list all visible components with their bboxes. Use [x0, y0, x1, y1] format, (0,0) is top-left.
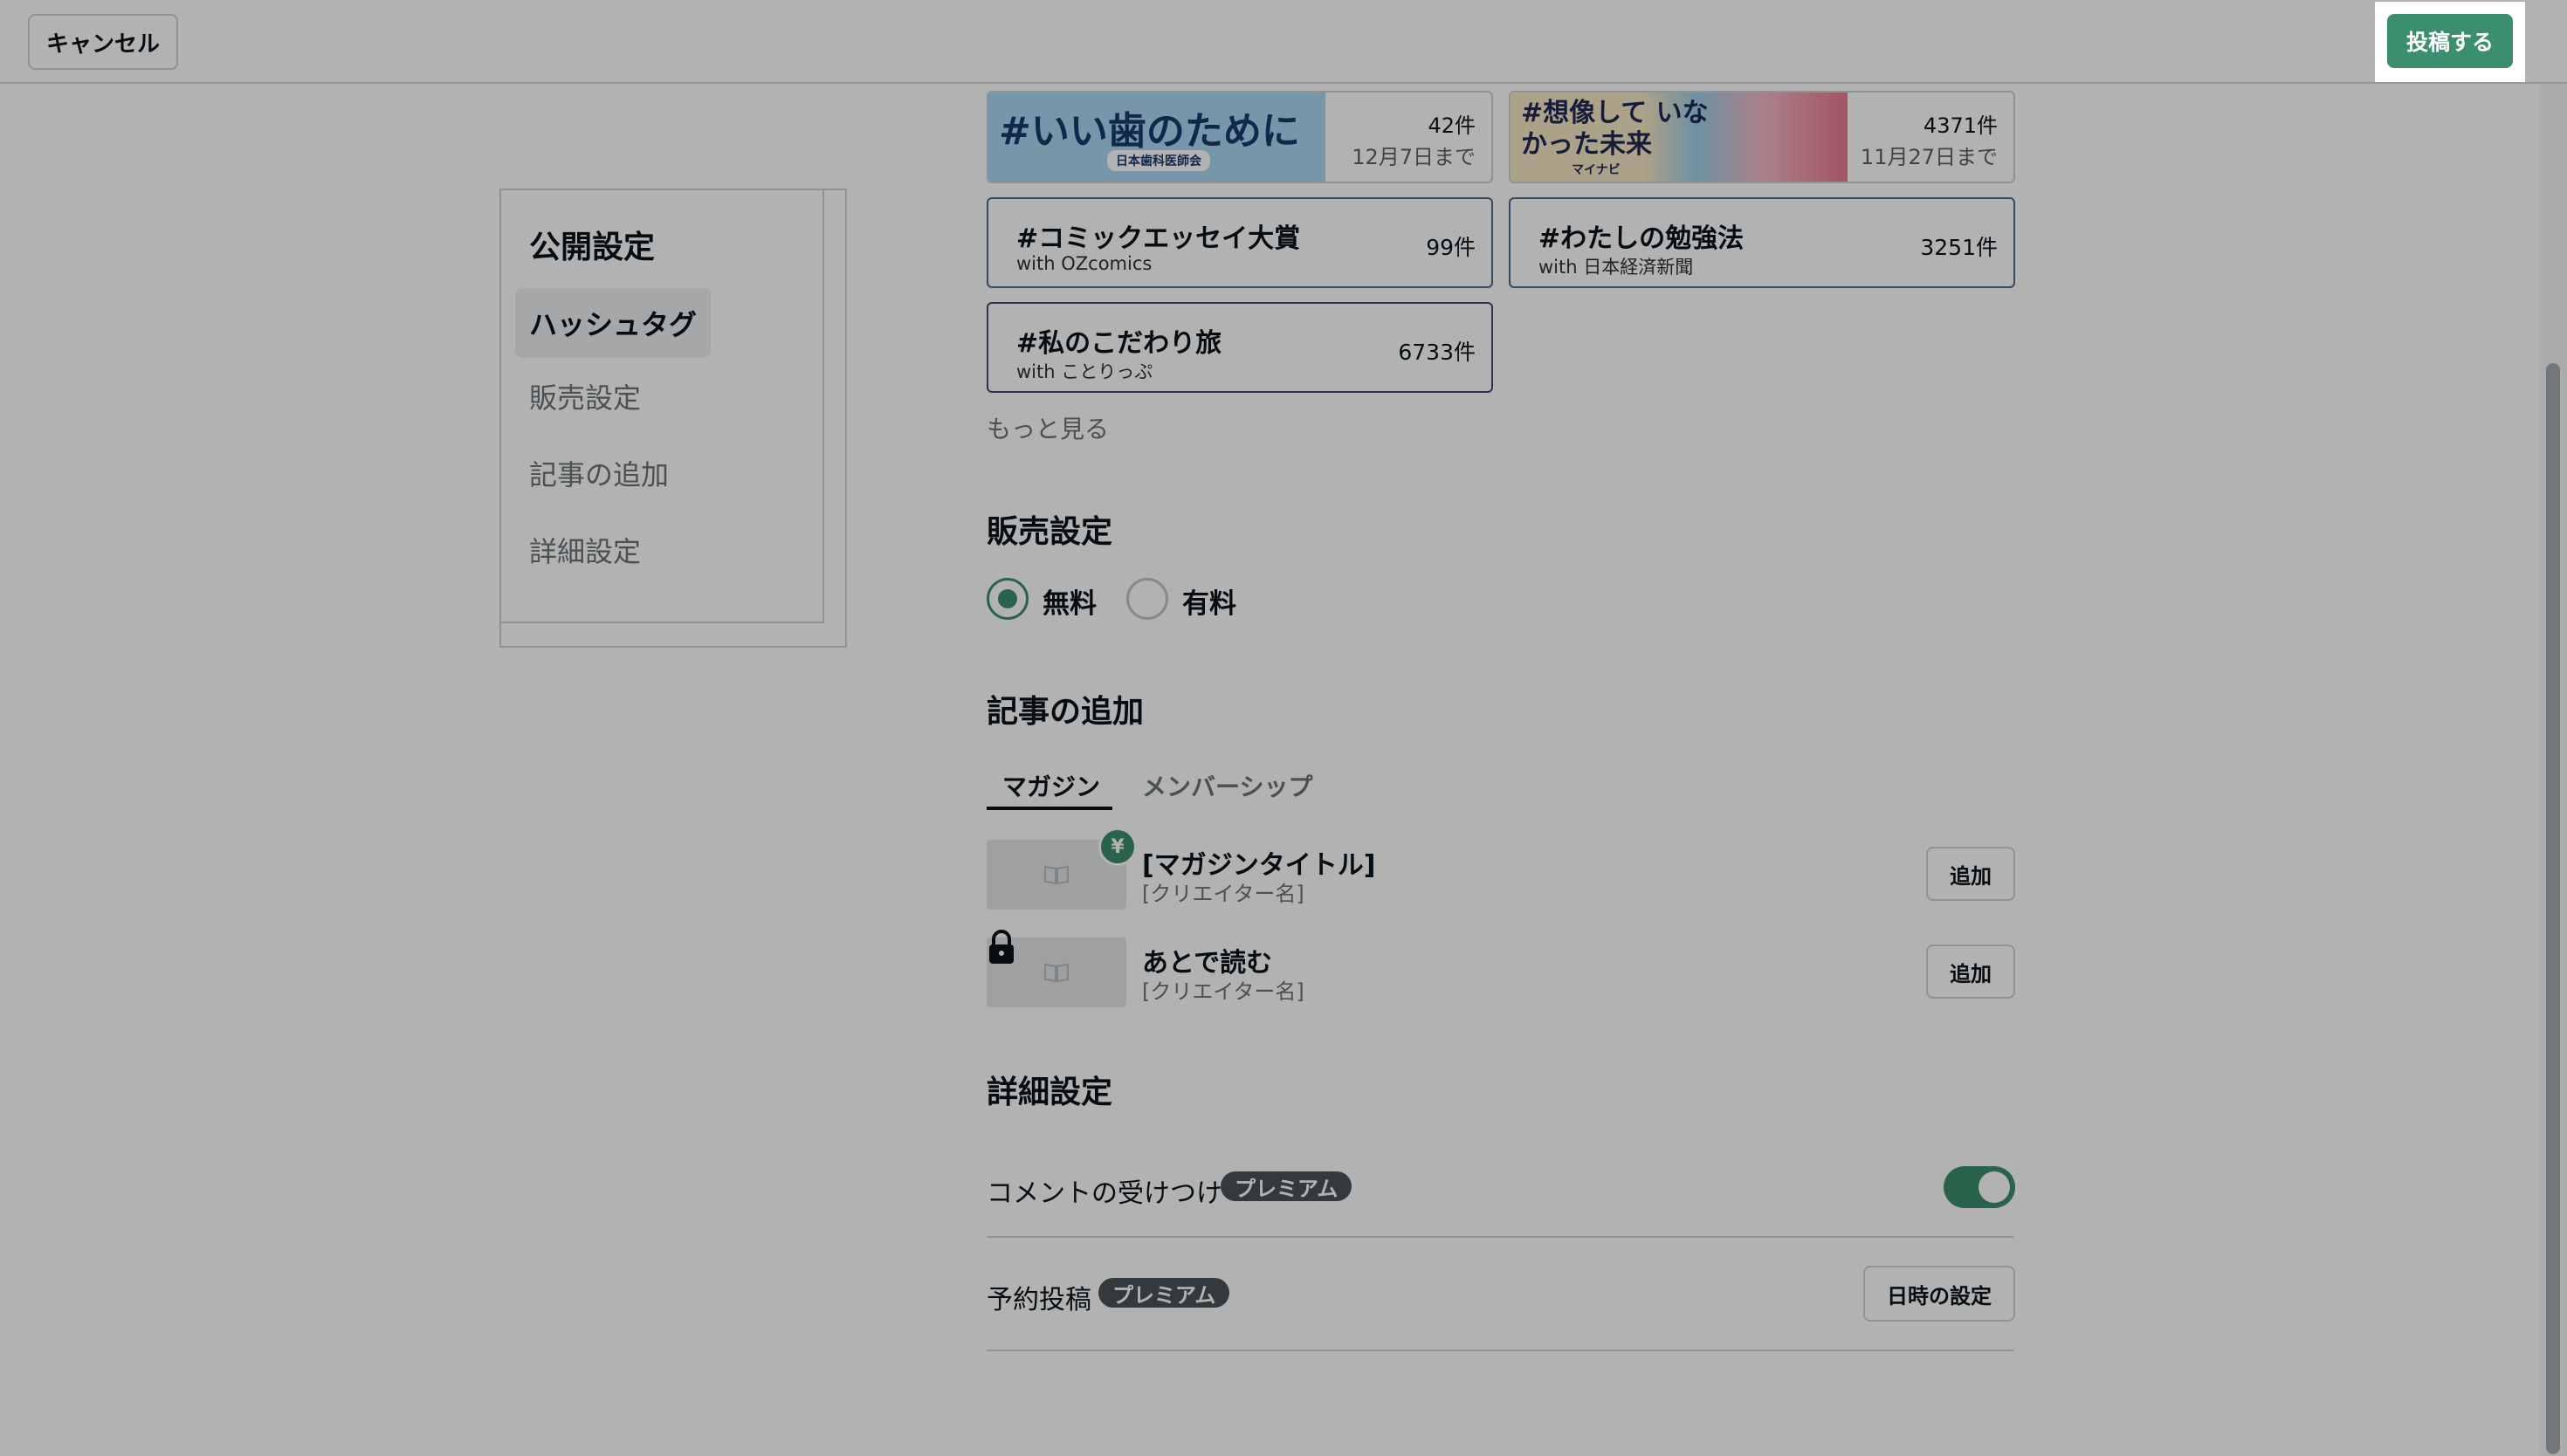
- hashtag-sponsor: with OZcomics: [1016, 253, 1153, 274]
- hashtag-name: #わたしの勉強法: [1538, 223, 1745, 254]
- hashtag-contest-card[interactable]: #いい歯のために 日本歯科医師会 42件 12月7日まで: [987, 91, 1493, 183]
- premium-badge: プレミアム: [1098, 1278, 1230, 1308]
- comments-toggle[interactable]: [1944, 1166, 2015, 1208]
- hashtag-count: 99件: [1426, 235, 1476, 260]
- nav-item-details[interactable]: 詳細設定: [515, 515, 655, 585]
- book-icon: [1044, 963, 1069, 983]
- divider: [987, 1236, 2013, 1238]
- hashtag-count: 3251件: [1920, 235, 1998, 260]
- nav-item-hashtag[interactable]: ハッシュタグ: [515, 288, 712, 358]
- nav-item-add-article[interactable]: 記事の追加: [515, 438, 683, 508]
- add-to-magazine-button[interactable]: 追加: [1926, 944, 2015, 999]
- hashtag-count: 4371件: [1923, 113, 1998, 138]
- hashtag-count: 42件: [1428, 113, 1476, 138]
- comments-setting-label: コメントの受けつけ: [987, 1178, 1222, 1209]
- lock-icon: [989, 930, 1014, 964]
- magazine-creator: [クリエイター名]: [1142, 882, 1304, 906]
- hashtag-card[interactable]: #わたしの勉強法 with 日本経済新聞 3251件: [1509, 197, 2015, 288]
- contest-banner-image: #想像して いなかった未来 マイナビ: [1511, 93, 1848, 182]
- set-datetime-button[interactable]: 日時の設定: [1863, 1266, 2015, 1322]
- post-button[interactable]: 投稿する: [2387, 14, 2513, 68]
- settings-nav: 公開設定 ハッシュタグ 販売設定 記事の追加 詳細設定: [499, 189, 847, 648]
- hashtag-name: #コミックエッセイ大賞: [1016, 223, 1301, 254]
- contest-banner-sponsor: マイナビ: [1572, 163, 1621, 177]
- scrollbar-thumb[interactable]: [2546, 363, 2560, 1454]
- paid-magazine-yen-icon: ¥: [1098, 828, 1137, 866]
- hashtag-contest-card[interactable]: #想像して いなかった未来 マイナビ 4371件 11月27日まで: [1509, 91, 2015, 183]
- radio-paid-label: 有料: [1182, 588, 1236, 620]
- hashtag-name: #私のこだわり旅: [1016, 328, 1222, 359]
- hashtag-card[interactable]: #私のこだわり旅 with ことりっぷ 6733件: [987, 302, 1493, 393]
- hashtag-deadline: 12月7日まで: [1352, 145, 1476, 169]
- contest-banner-image: #いい歯のために 日本歯科医師会: [988, 93, 1325, 182]
- hashtag-deadline: 11月27日まで: [1860, 145, 1998, 169]
- contest-banner-title: #いい歯のために: [999, 109, 1300, 154]
- active-tab-indicator: [987, 807, 1112, 810]
- contest-banner-title: #想像して いなかった未来: [1521, 98, 1709, 160]
- schedule-setting-label: 予約投稿: [987, 1285, 1091, 1315]
- tab-membership[interactable]: メンバーシップ: [1142, 768, 1312, 803]
- nav-item-sales[interactable]: 販売設定: [515, 361, 655, 431]
- contest-banner-sponsor: 日本歯科医師会: [1107, 150, 1210, 171]
- main-content: #いい歯のために 日本歯科医師会 42件 12月7日まで #想像して いなかった…: [987, 0, 2017, 1456]
- magazine-creator: [クリエイター名]: [1142, 979, 1304, 1004]
- settings-nav-title: 公開設定: [529, 230, 656, 265]
- premium-badge: プレミアム: [1221, 1171, 1352, 1201]
- radio-free-label: 無料: [1043, 588, 1097, 620]
- sales-section-title: 販売設定: [987, 514, 1113, 550]
- hashtag-sponsor: with 日本経済新聞: [1538, 257, 1694, 278]
- hashtag-card[interactable]: #コミックエッセイ大賞 with OZcomics 99件: [987, 197, 1493, 288]
- hashtag-count: 6733件: [1398, 340, 1476, 365]
- add-to-magazine-button[interactable]: 追加: [1926, 847, 2015, 901]
- radio-free[interactable]: [987, 578, 1029, 620]
- book-icon: [1044, 865, 1069, 885]
- hashtag-sponsor: with ことりっぷ: [1016, 361, 1153, 382]
- more-hashtags-link[interactable]: もっと見る: [987, 410, 1109, 445]
- details-section-title: 詳細設定: [987, 1075, 1113, 1110]
- magazine-thumbnail: ¥: [987, 828, 1137, 910]
- divider: [987, 1350, 2013, 1351]
- tab-magazine[interactable]: マガジン: [1002, 768, 1100, 803]
- cancel-button[interactable]: キャンセル: [28, 14, 178, 70]
- settings-nav-panel: 公開設定 ハッシュタグ 販売設定 記事の追加 詳細設定: [501, 190, 824, 623]
- add-article-section-title: 記事の追加: [987, 694, 1145, 730]
- radio-paid[interactable]: [1126, 578, 1168, 620]
